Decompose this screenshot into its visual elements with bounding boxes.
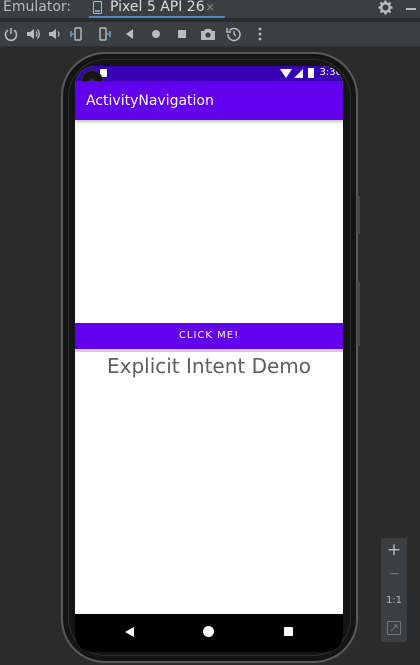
gear-icon[interactable] [378,0,393,15]
home-icon[interactable] [148,26,164,42]
rotate-right-icon[interactable] [95,26,111,42]
emulator-label: Emulator: [3,0,72,15]
zoom-panel: + − 1:1 [381,538,407,642]
back-icon[interactable] [122,26,138,42]
battery-icon [308,68,314,78]
device-tab[interactable]: Pixel 5 API 26 × [89,0,225,18]
volume-up-icon[interactable] [25,26,41,42]
volume-down-icon[interactable] [47,26,63,42]
rotate-left-icon[interactable] [70,26,86,42]
close-icon[interactable]: × [205,0,215,14]
power-icon[interactable] [3,26,19,42]
emulator-header: Emulator: Pixel 5 API 26 × [0,0,420,18]
zoom-in-button[interactable]: + [381,540,407,560]
nav-recents-icon[interactable] [284,627,293,636]
demo-text: Explicit Intent Demo [106,354,312,378]
app-bar: ActivityNavigation [75,81,343,120]
emulator-toolbar [0,22,420,47]
wifi-icon [280,69,292,78]
tab-label: Pixel 5 API 26 [110,0,205,15]
overview-icon[interactable] [174,26,190,42]
app-title: ActivityNavigation [86,93,214,109]
nav-home-icon[interactable] [203,626,214,637]
signal-icon [294,69,303,78]
click-me-button[interactable]: CLICK ME! [75,323,343,352]
device-screen: 3:36 ActivityNavigation CLICK ME! Explic… [75,66,343,652]
minimize-icon[interactable] [406,8,416,10]
nav-back-icon[interactable] [125,627,134,637]
more-icon[interactable] [252,26,268,42]
phone-icon [93,1,102,14]
status-time: 3:36 [319,67,342,78]
power-side-button [357,196,360,234]
navigation-bar [75,614,343,652]
zoom-out-button[interactable]: − [381,566,407,582]
replay-icon[interactable] [226,26,242,42]
volume-side-button [357,282,360,346]
zoom-actual-size-button[interactable]: 1:1 [381,595,407,606]
status-bar: 3:36 [75,66,343,81]
camera-icon[interactable] [200,26,216,42]
zoom-fit-icon[interactable] [387,621,401,635]
